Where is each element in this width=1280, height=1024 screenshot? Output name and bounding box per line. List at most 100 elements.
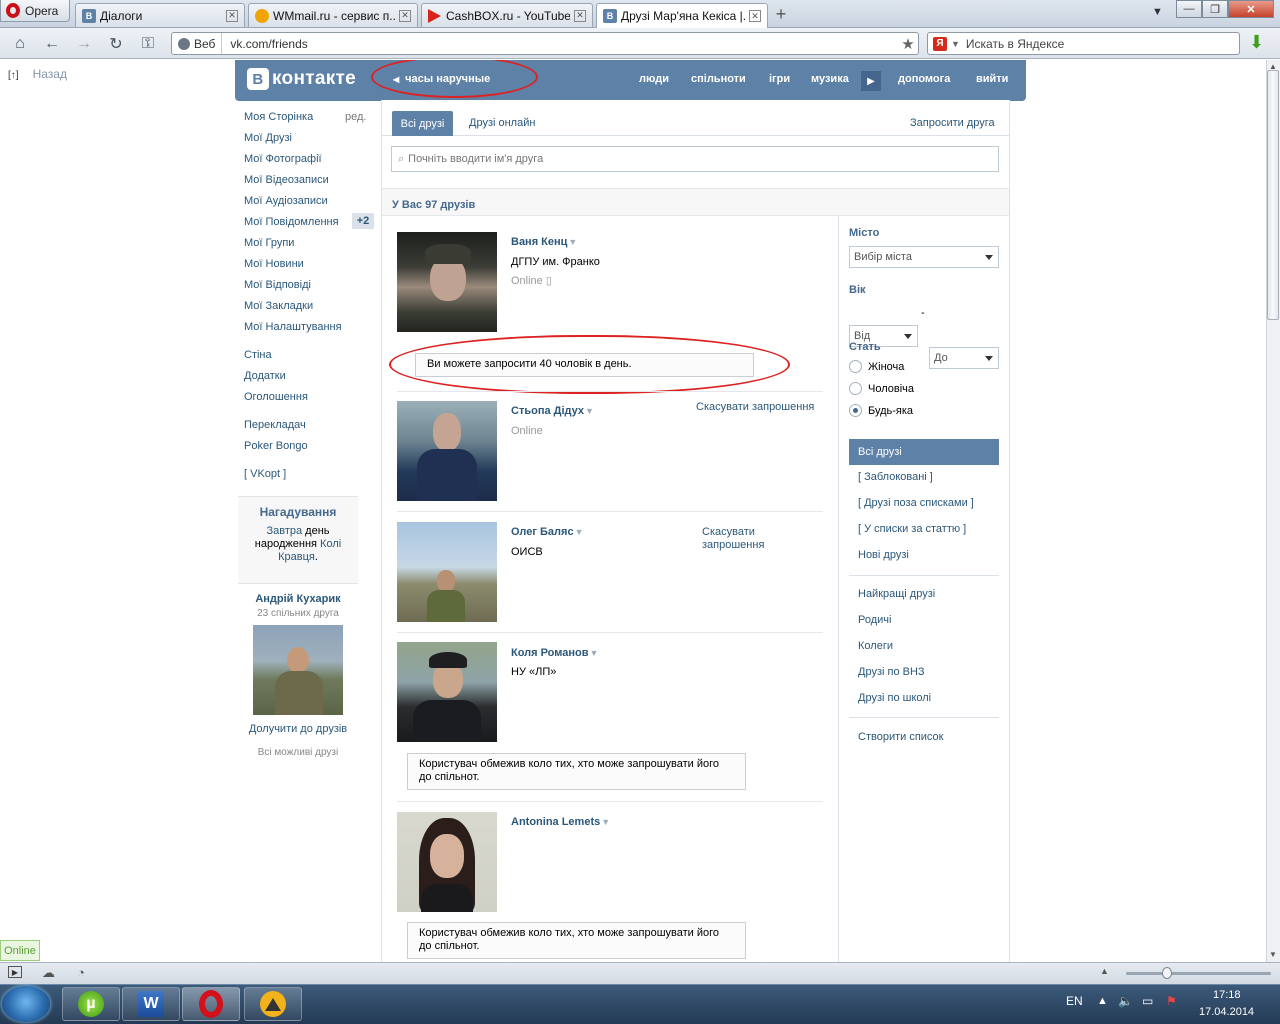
messages-count-badge[interactable]: +2 <box>352 213 374 229</box>
friend-photo[interactable] <box>397 642 497 742</box>
back-link[interactable]: [↑] Назад <box>8 67 67 81</box>
turbo-gauge-icon[interactable]: ◔ <box>77 965 85 980</box>
nav-communities[interactable]: спільноти <box>691 73 746 85</box>
menu-videos[interactable]: Мої Відеозаписи <box>244 174 329 186</box>
menu-bookmarks[interactable]: Мої Закладки <box>244 300 313 312</box>
windows-start-icon[interactable] <box>2 986 50 1022</box>
list-all-friends-active[interactable]: Всі друзі <box>849 439 999 465</box>
language-indicator[interactable]: EN <box>1066 994 1083 1008</box>
add-friend-link[interactable]: Долучити до друзів <box>238 723 358 735</box>
friend-name[interactable]: Олег Баляс▼ <box>511 526 583 538</box>
tray-expand-icon[interactable]: ▲ <box>1097 995 1108 1007</box>
tab-dialogs[interactable]: В Діалоги ✕ <box>75 3 245 27</box>
zoom-slider-knob[interactable] <box>1162 967 1172 979</box>
tab-wmmail[interactable]: WMmail.ru - сервис п... ✕ <box>248 3 418 27</box>
vk-logo[interactable]: В контакте <box>247 68 356 90</box>
action-center-flag-icon[interactable]: ⚑ <box>1166 994 1177 1008</box>
word-taskbar-button[interactable]: W <box>122 987 180 1021</box>
nav-people[interactable]: люди <box>639 73 669 85</box>
forward-arrow-icon[interactable]: → <box>72 33 96 55</box>
list-university-friends[interactable]: Друзі по ВНЗ <box>858 666 925 678</box>
reminder-name-link[interactable]: Колі <box>320 538 341 550</box>
menu-answers[interactable]: Мої Відповіді <box>244 279 311 291</box>
sex-radio-female[interactable]: Жіноча <box>849 360 904 373</box>
list-blocked[interactable]: [ Заблоковані ] <box>858 471 933 483</box>
download-arrow-icon[interactable]: ⬇ <box>1249 32 1269 54</box>
close-tab-icon[interactable]: ✕ <box>399 9 411 22</box>
radio-button[interactable] <box>849 382 862 395</box>
opera-menu-button[interactable]: Opera <box>0 0 70 22</box>
tab-cashbox[interactable]: CashBOX.ru - YouTube... ✕ <box>421 3 593 27</box>
panel-toggle-icon[interactable]: ▶ <box>8 966 22 978</box>
create-list-link[interactable]: Створити список <box>858 731 943 743</box>
menu-settings[interactable]: Мої Налаштування <box>244 321 342 333</box>
web-security-badge[interactable]: Веб <box>172 33 223 54</box>
friend-menu-triangle-icon[interactable]: ▼ <box>601 817 610 827</box>
menu-photos[interactable]: Мої Фотографії <box>244 153 322 165</box>
radio-button[interactable] <box>849 360 862 373</box>
menu-translator[interactable]: Перекладач <box>244 419 306 431</box>
minimize-window-icon[interactable]: — <box>1176 0 1202 18</box>
friend-menu-triangle-icon[interactable]: ▼ <box>575 527 584 537</box>
bookmark-star-icon[interactable]: ★ <box>898 35 918 53</box>
menu-ads[interactable]: Оголошення <box>244 391 308 403</box>
reload-icon[interactable]: ↻ <box>104 33 128 55</box>
menu-groups[interactable]: Мої Групи <box>244 237 294 249</box>
tab-all-friends[interactable]: Всі друзі <box>392 111 453 136</box>
app-taskbar-button[interactable] <box>244 987 302 1021</box>
url-field[interactable]: vk.com/friends <box>222 37 898 51</box>
cloud-icon[interactable]: ☁ <box>42 965 55 981</box>
key-icon[interactable]: ⚿ <box>136 33 160 55</box>
back-arrow-icon[interactable]: ← <box>40 33 64 55</box>
friend-photo[interactable] <box>397 401 497 501</box>
friend-menu-triangle-icon[interactable]: ▼ <box>568 237 577 247</box>
music-play-icon[interactable]: ▶ <box>861 71 881 91</box>
close-tab-icon[interactable]: ✕ <box>226 9 238 22</box>
friend-menu-triangle-icon[interactable]: ▼ <box>585 406 594 416</box>
list-best-friends[interactable]: Найкращі друзі <box>858 588 935 600</box>
radio-button-selected[interactable] <box>849 404 862 417</box>
friend-name[interactable]: Ваня Кенц▼ <box>511 236 577 248</box>
opera-taskbar-button[interactable] <box>182 987 240 1021</box>
sex-radio-male[interactable]: Чоловіча <box>849 382 914 395</box>
new-tab-button[interactable]: + <box>770 4 792 24</box>
cancel-invite-link[interactable]: Скасувати запрошення <box>702 526 764 552</box>
friend-menu-triangle-icon[interactable]: ▼ <box>590 648 599 658</box>
menu-audio[interactable]: Мої Аудіозаписи <box>244 195 328 207</box>
city-select[interactable]: Вибір міста <box>849 246 999 268</box>
utorrent-taskbar-button[interactable]: µ <box>62 987 120 1021</box>
home-icon[interactable]: ⌂ <box>8 33 32 55</box>
friend-name[interactable]: Antonina Lemets▼ <box>511 816 610 828</box>
list-new-friends[interactable]: Нові друзі <box>858 549 909 561</box>
clock-time[interactable]: 17:18 <box>1213 989 1241 1001</box>
address-bar[interactable]: Веб vk.com/friends ★ <box>171 32 919 55</box>
all-possible-friends-link[interactable]: Всі можливі друзі <box>238 747 358 758</box>
friend-photo[interactable] <box>397 812 497 912</box>
friend-name[interactable]: Стьопа Дідух▼ <box>511 405 594 417</box>
friend-name[interactable]: Коля Романов▼ <box>511 647 598 659</box>
invite-friend-link[interactable]: Запросити друга <box>910 117 995 129</box>
menu-vkopt[interactable]: [ VKopt ] <box>244 468 286 480</box>
reminder-name-link-2[interactable]: Кравця <box>278 551 315 563</box>
tab-menu-chevron-icon[interactable]: ▼ <box>1152 6 1163 18</box>
suggested-friend-photo[interactable] <box>253 625 343 715</box>
restore-window-icon[interactable]: ❐ <box>1202 0 1228 18</box>
nav-music[interactable]: музика <box>811 73 849 85</box>
friend-photo[interactable] <box>397 522 497 622</box>
friend-search-input[interactable]: ⌕ Почніть вводити ім'я друга <box>391 146 999 172</box>
age-to-select[interactable]: До <box>929 347 999 369</box>
zoom-slider-track[interactable] <box>1126 972 1271 975</box>
list-colleagues[interactable]: Колеги <box>858 640 893 652</box>
zoom-arrow-icon[interactable]: ▲ <box>1100 966 1109 976</box>
nav-games[interactable]: ігри <box>769 73 790 85</box>
volume-icon[interactable]: 🔈 <box>1118 994 1133 1008</box>
list-unlisted[interactable]: [ Друзі поза списками ] <box>858 497 974 509</box>
suggested-friend-name[interactable]: Андрій Кухарик <box>238 593 358 605</box>
scroll-down-icon[interactable]: ▼ <box>1269 950 1277 959</box>
menu-edit-link[interactable]: ред. <box>345 111 366 123</box>
nav-help[interactable]: допомога <box>898 73 950 85</box>
friend-photo[interactable] <box>397 232 497 332</box>
menu-wall[interactable]: Стіна <box>244 349 272 361</box>
list-school-friends[interactable]: Друзі по школі <box>858 692 931 704</box>
menu-poker-bongo[interactable]: Poker Bongo <box>244 440 308 452</box>
